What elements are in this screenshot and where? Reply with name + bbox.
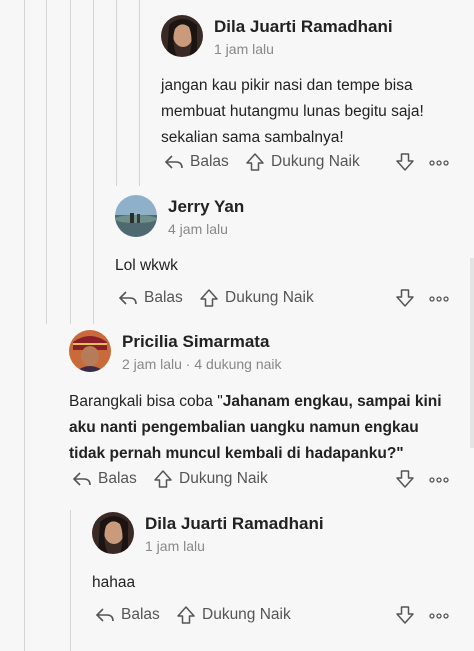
more-icon xyxy=(429,613,449,619)
comment: Dila Juarti Ramadhani 1 jam lalu hahaa xyxy=(92,512,462,596)
comment-meta: 1 jam lalu xyxy=(145,538,205,554)
thread-line xyxy=(24,0,25,651)
comment-quote: tidak pernah muncul kembali di hadapanku… xyxy=(69,445,404,462)
comment-meta: 4 jam lalu xyxy=(168,221,228,237)
upvote-button[interactable]: Dukung Naik xyxy=(199,288,314,308)
comment-text-line: membuat hutangmu lunas begitu saja! xyxy=(161,103,424,120)
author-name[interactable]: Dila Juarti Ramadhani xyxy=(214,17,393,37)
upvote-label: Dukung Naik xyxy=(202,606,291,623)
thread-line xyxy=(93,0,94,324)
comment-actions: Balas Dukung Naik xyxy=(69,467,465,493)
downvote-button[interactable] xyxy=(395,152,415,172)
comment-text-line: tidak pernah muncul kembali di hadapanku… xyxy=(69,441,469,467)
comment-body: Lol wkwk xyxy=(115,253,465,279)
upvote-button[interactable]: Dukung Naik xyxy=(245,152,360,172)
comment: Jerry Yan 4 jam lalu Lol wkwk xyxy=(115,195,465,279)
more-button[interactable] xyxy=(429,152,449,172)
reply-icon xyxy=(118,291,137,305)
downvote-icon xyxy=(396,153,414,171)
thread-line xyxy=(139,0,140,186)
upvote-button[interactable]: Dukung Naik xyxy=(153,469,268,489)
comment-actions: Balas Dukung Naik xyxy=(161,150,466,176)
comment-meta: 2 jam lalu · 4 dukung naik xyxy=(122,356,282,372)
comment-text-line: Lol wkwk xyxy=(115,257,178,274)
upvote-icon xyxy=(154,470,172,488)
reply-button[interactable]: Balas xyxy=(118,288,183,308)
reply-icon xyxy=(95,608,114,622)
comment-text-line: sekalian sama sambalnya! xyxy=(161,129,344,146)
reply-label: Balas xyxy=(144,289,183,306)
author-name[interactable]: Dila Juarti Ramadhani xyxy=(145,514,324,534)
comment-header: Dila Juarti Ramadhani 1 jam lalu xyxy=(161,15,466,59)
upvote-label: Dukung Naik xyxy=(225,289,314,306)
comment-body: hahaa xyxy=(92,570,462,596)
comment-text: Barangkali bisa coba " xyxy=(69,393,223,410)
downvote-icon xyxy=(396,606,414,624)
downvote-button[interactable] xyxy=(395,605,415,625)
downvote-icon xyxy=(396,470,414,488)
author-name[interactable]: Pricilia Simarmata xyxy=(122,332,269,352)
more-icon xyxy=(429,160,449,166)
avatar[interactable] xyxy=(115,195,157,237)
thread-line xyxy=(70,0,71,324)
comment-meta: 1 jam lalu xyxy=(214,41,274,57)
upvote-label: Dukung Naik xyxy=(271,153,360,170)
comment: Dila Juarti Ramadhani 1 jam lalu jangan … xyxy=(161,15,466,151)
more-button[interactable] xyxy=(429,605,449,625)
thread-line xyxy=(116,0,117,186)
reply-icon xyxy=(164,155,183,169)
comment-body: jangan kau pikir nasi dan tempe bisa mem… xyxy=(161,73,466,151)
reply-button[interactable]: Balas xyxy=(72,469,137,489)
comment: Pricilia Simarmata 2 jam lalu · 4 dukung… xyxy=(69,330,469,467)
more-button[interactable] xyxy=(429,469,449,489)
more-icon xyxy=(429,477,449,483)
upvote-label: Dukung Naik xyxy=(179,470,268,487)
comment-actions: Balas Dukung Naik xyxy=(92,603,465,629)
avatar[interactable] xyxy=(161,15,203,57)
comment-header: Pricilia Simarmata 2 jam lalu · 4 dukung… xyxy=(69,330,469,374)
reply-label: Balas xyxy=(190,153,229,170)
reply-label: Balas xyxy=(121,606,160,623)
upvote-button[interactable]: Dukung Naik xyxy=(176,605,291,625)
comment-header: Dila Juarti Ramadhani 1 jam lalu xyxy=(92,512,462,556)
comment-body: Barangkali bisa coba "Jahanam engkau, sa… xyxy=(69,389,469,467)
upvote-icon xyxy=(246,153,264,171)
comment-header: Jerry Yan 4 jam lalu xyxy=(115,195,465,239)
downvote-icon xyxy=(396,289,414,307)
thread-line xyxy=(46,0,47,324)
more-icon xyxy=(429,296,449,302)
reply-label: Balas xyxy=(98,470,137,487)
avatar[interactable] xyxy=(92,512,134,554)
reply-icon xyxy=(72,472,91,486)
thread-line xyxy=(70,510,71,651)
upvote-icon xyxy=(200,289,218,307)
downvote-button[interactable] xyxy=(395,469,415,489)
comment-text-line: hahaa xyxy=(92,574,136,591)
comment-quote: aku nanti pengembalian uangku namun engk… xyxy=(69,419,419,436)
reply-button[interactable]: Balas xyxy=(164,152,229,172)
more-button[interactable] xyxy=(429,288,449,308)
comment-text-line: jangan kau pikir nasi dan tempe bisa xyxy=(161,77,413,94)
comment-quote: Jahanam engkau, sampai kini xyxy=(222,393,442,410)
downvote-button[interactable] xyxy=(395,288,415,308)
scrollbar[interactable] xyxy=(470,258,474,448)
avatar[interactable] xyxy=(69,330,111,372)
author-name[interactable]: Jerry Yan xyxy=(168,197,244,217)
upvote-icon xyxy=(177,606,195,624)
comment-text-line: Barangkali bisa coba "Jahanam engkau, sa… xyxy=(69,389,469,415)
reply-button[interactable]: Balas xyxy=(95,605,160,625)
comment-text-line: aku nanti pengembalian uangku namun engk… xyxy=(69,415,469,441)
comment-actions: Balas Dukung Naik xyxy=(115,286,465,312)
